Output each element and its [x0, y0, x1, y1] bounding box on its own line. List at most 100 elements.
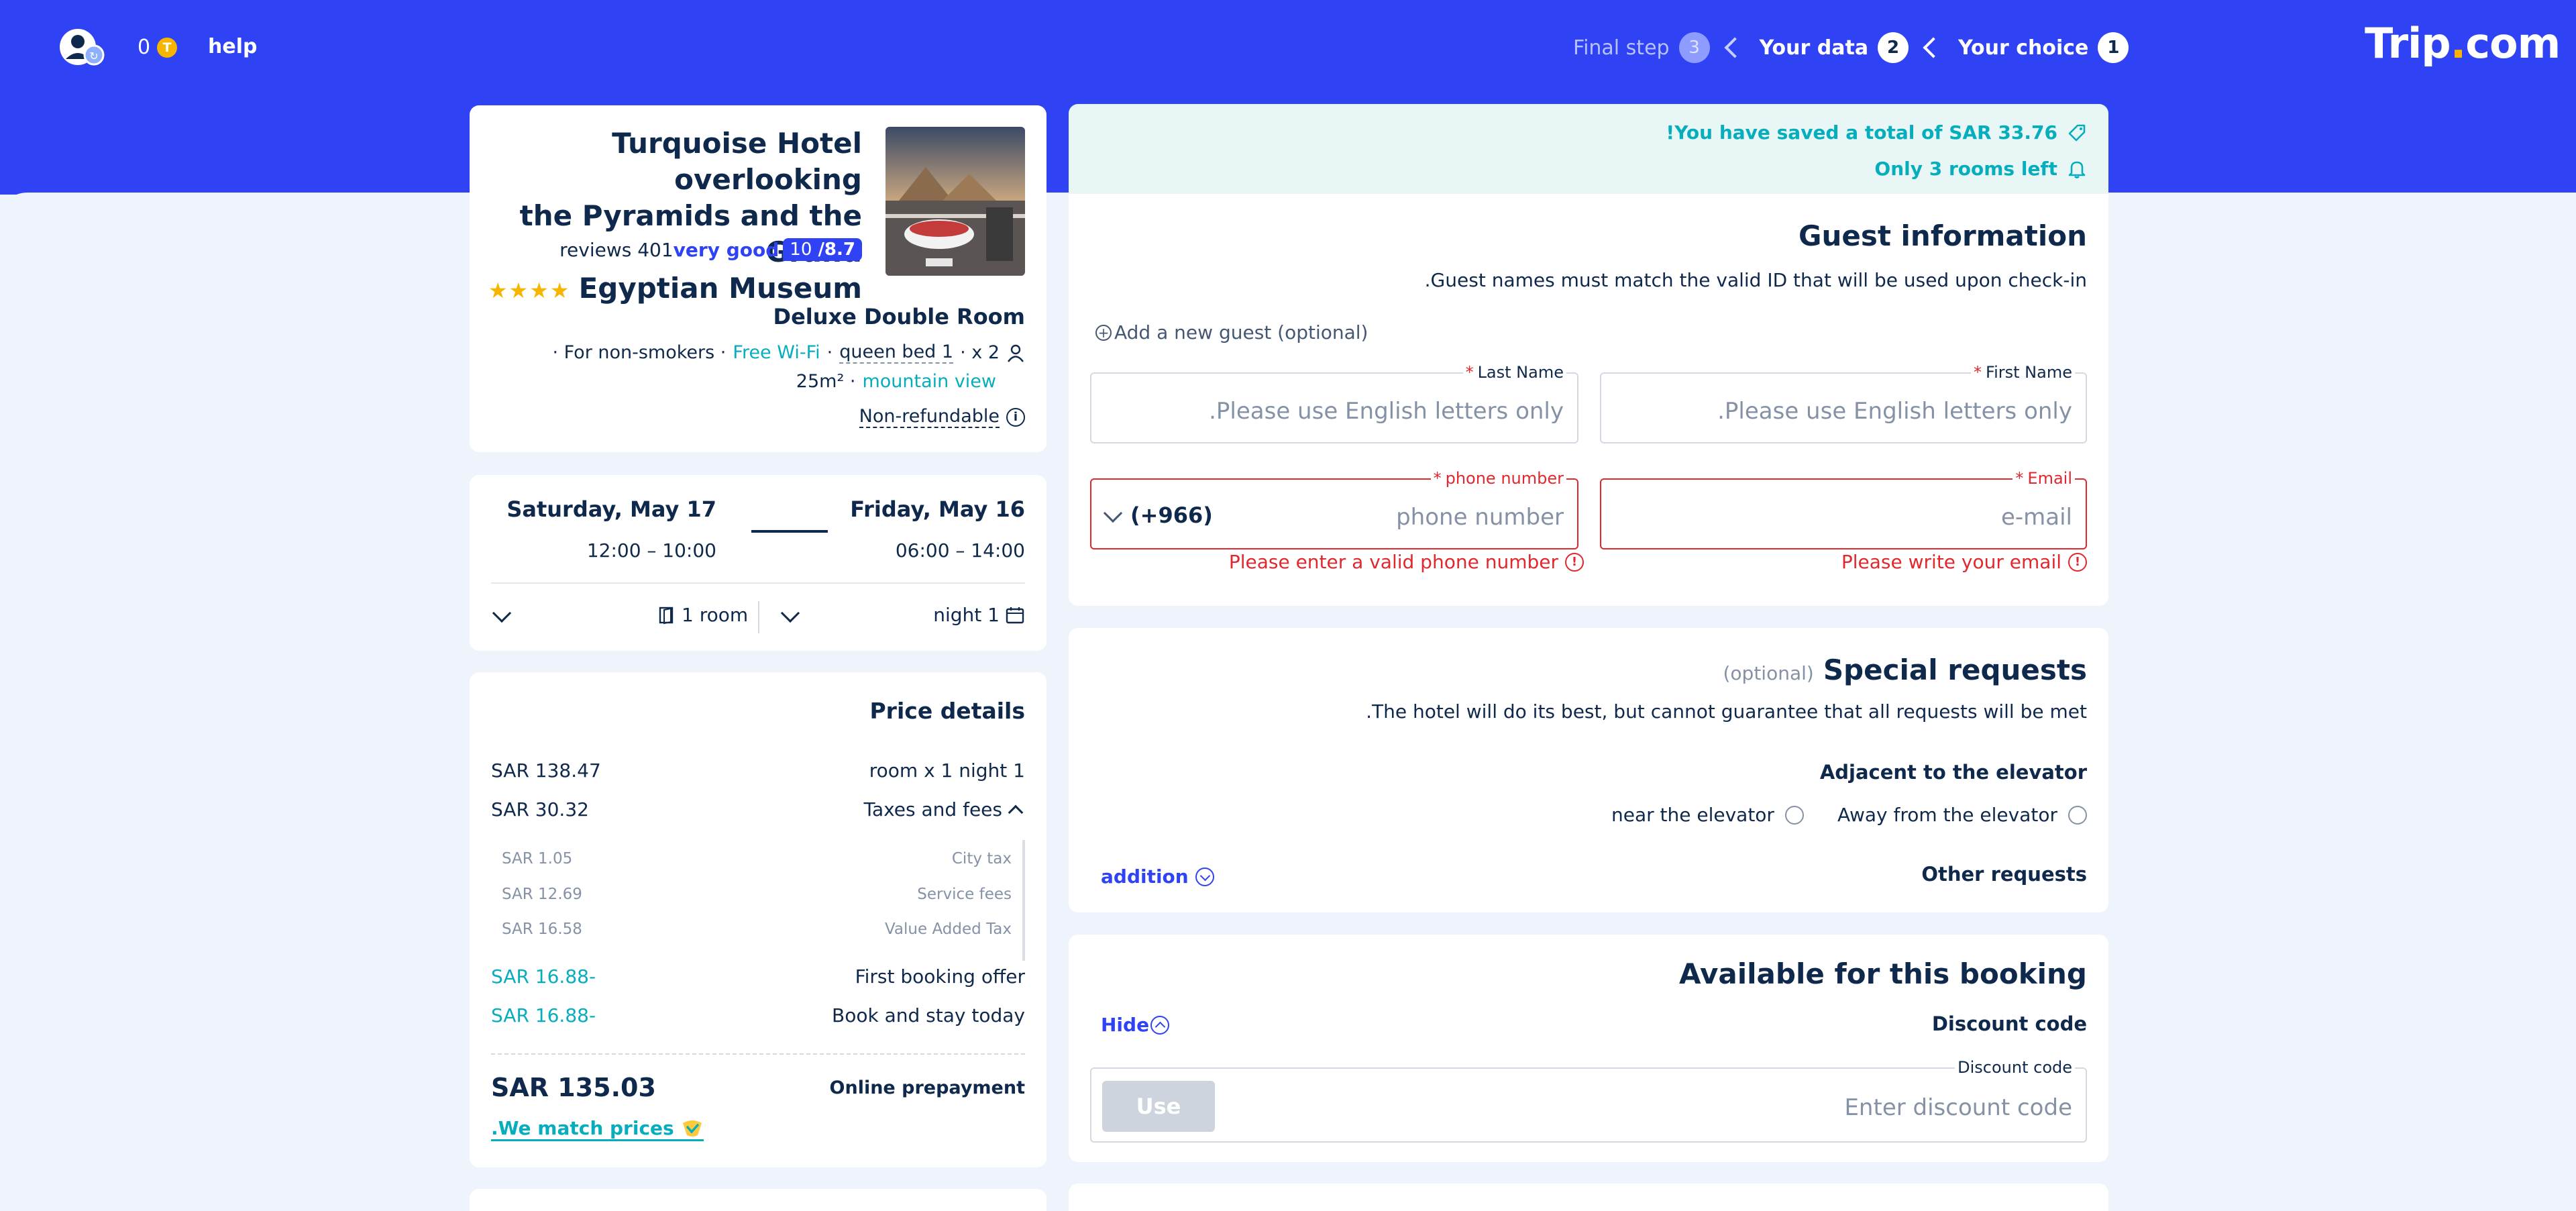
- required-mark: *: [1465, 363, 1474, 382]
- discount-row: SAR 16.88- First booking offer: [491, 965, 1025, 988]
- radio-circle[interactable]: [1784, 805, 1804, 825]
- elevator-options: near the elevator Away from the elevator: [1611, 804, 2087, 826]
- available-for-booking-card: Available for this booking Hide Discount…: [1069, 935, 2108, 1162]
- discount-row: SAR 16.88- Book and stay today: [491, 1004, 1025, 1026]
- country-code-chevron-icon[interactable]: [1103, 503, 1123, 523]
- hide-toggle[interactable]: Hide: [1101, 1014, 1170, 1036]
- optional-tag: (optional): [1723, 662, 1814, 684]
- phone-number-field[interactable]: * phone number (+966) phone number: [1090, 469, 1578, 549]
- review-summary[interactable]: reviews 401 very good 10 /8.7: [559, 238, 862, 261]
- field-label: Discount code: [1955, 1058, 2075, 1077]
- tax-label: Service fees: [917, 886, 1012, 903]
- hotel-photo[interactable]: [885, 127, 1025, 276]
- amenity-bed[interactable]: queen bed 1: [839, 341, 954, 364]
- amenity-size: 25m² ·: [796, 371, 856, 392]
- price-match-text: .We match prices: [491, 1117, 674, 1139]
- tax-amount: SAR 16.58: [502, 920, 582, 938]
- email-placeholder: e-mail: [2000, 504, 2072, 531]
- email-field[interactable]: * Email e-mail: [1600, 469, 2087, 549]
- tax-row: SAR 12.69 Service fees: [502, 886, 1012, 903]
- price-match-link[interactable]: .We match prices: [491, 1117, 704, 1141]
- field-label-text: phone number: [1445, 469, 1564, 488]
- logo-text: Trip: [2365, 19, 2451, 68]
- discount-label: Book and stay today: [832, 1004, 1025, 1026]
- field-label: * First Name: [1971, 363, 2075, 382]
- logo-text-tail: com: [2465, 19, 2561, 68]
- taxes-toggle[interactable]: Taxes and fees: [863, 798, 1025, 821]
- step-your-choice[interactable]: Your choice 1: [1958, 32, 2129, 63]
- discount-code-title: Discount code: [1931, 1012, 2087, 1035]
- radio-near-elevator[interactable]: near the elevator: [1611, 804, 1804, 826]
- nights-count: night 1: [933, 604, 1000, 626]
- field-label-text: Email: [2027, 469, 2072, 488]
- price-label: room x 1 night 1: [869, 759, 1025, 782]
- tax-amount: SAR 1.05: [502, 850, 573, 867]
- hotel-summary-card: Turquoise Hotel overlooking the Pyramids…: [470, 105, 1046, 452]
- price-details-title: Price details: [869, 698, 1025, 724]
- chevron-down-circle-icon: [1195, 867, 1214, 886]
- tax-row: SAR 16.58 Value Added Tax: [502, 920, 1012, 938]
- left-lower-card: [470, 1189, 1046, 1211]
- room-amenities: · For non-smokers · Free Wi-Fi · queen b…: [552, 341, 1025, 364]
- addition-toggle[interactable]: addition: [1101, 865, 1214, 888]
- rooms-count: 1 room: [682, 604, 749, 626]
- discount-amount: SAR 16.88-: [491, 965, 596, 988]
- hide-label: Hide: [1101, 1014, 1150, 1036]
- nights-selector[interactable]: night 1: [933, 604, 1025, 626]
- top-bar: ↻ 0 T help Final step 3 Your data 2 Your…: [0, 0, 2576, 101]
- nights-dropdown-chevron-icon[interactable]: [780, 603, 800, 623]
- first-name-field[interactable]: * First Name .Please use English letters …: [1600, 363, 2087, 443]
- user-avatar-icon[interactable]: ↻: [59, 27, 107, 68]
- stay-dates-card: Saturday, May 17 12:00 – 10:00 Friday, M…: [470, 475, 1046, 651]
- discount-placeholder: Enter discount code: [1844, 1094, 2072, 1121]
- room-door-icon: [659, 607, 674, 624]
- taxes-breakdown-bar: [1022, 840, 1025, 961]
- use-discount-button[interactable]: Use: [1102, 1081, 1215, 1132]
- date-time: 06:00 – 14:00: [895, 539, 1025, 562]
- price-row-taxes[interactable]: SAR 30.32 Taxes and fees: [491, 798, 1025, 821]
- discount-code-field[interactable]: Discount code Use Enter discount code: [1090, 1058, 2087, 1143]
- info-icon[interactable]: i: [1006, 407, 1025, 427]
- score-max: 10: [790, 240, 812, 260]
- add-guest-button[interactable]: + Add a new guest (optional): [1095, 321, 1368, 344]
- guest-info-subtitle: .Guest names must match the valid ID tha…: [1424, 269, 2087, 291]
- savings-banner: !You have saved a total of SAR 33.76 Onl…: [1069, 104, 2108, 194]
- hotel-name-line: Egyptian Museum: [578, 272, 862, 305]
- radio-away-elevator[interactable]: Away from the elevator: [1837, 804, 2087, 826]
- country-code[interactable]: (+966): [1130, 503, 1213, 528]
- price-label: Taxes and fees: [863, 798, 1002, 821]
- trip-logo[interactable]: Trip.com: [2365, 19, 2561, 68]
- refund-policy[interactable]: Non-refundable i: [859, 406, 1025, 428]
- svg-text:↻: ↻: [89, 50, 98, 62]
- special-requests-title-text: Special requests: [1823, 653, 2087, 686]
- trip-coins[interactable]: 0 T: [138, 36, 178, 59]
- phone-error-message: Please enter a valid phone number !: [1229, 551, 1584, 573]
- radio-circle[interactable]: [2068, 805, 2087, 825]
- tax-amount: SAR 12.69: [502, 886, 582, 903]
- hotel-name-line: Turquoise Hotel overlooking: [612, 127, 862, 196]
- hotel-photo-image: [885, 127, 1025, 276]
- first-name-placeholder: .Please use English letters only: [1717, 398, 2072, 425]
- price-amount: SAR 30.32: [491, 798, 589, 821]
- date-day: Saturday, May 17: [506, 496, 716, 522]
- radio-label: near the elevator: [1611, 804, 1774, 826]
- other-requests-label[interactable]: Other requests: [1921, 863, 2087, 886]
- field-label: * Last Name: [1462, 363, 1566, 382]
- chevron-left-icon: [1724, 37, 1746, 58]
- calendar-icon: [1006, 607, 1024, 623]
- last-name-field[interactable]: * Last Name .Please use English letters o…: [1090, 363, 1578, 443]
- dashed-divider: [491, 1053, 1025, 1055]
- person-icon: [1008, 344, 1024, 362]
- price-row-room: SAR 138.47 room x 1 night 1: [491, 759, 1025, 782]
- hotel-name-line-3: ★★★★ Egyptian Museum: [486, 270, 862, 309]
- add-circle-icon: +: [1095, 324, 1112, 341]
- rooms-dropdown-chevron-icon[interactable]: [492, 603, 512, 623]
- required-mark: *: [1433, 469, 1442, 488]
- help-link[interactable]: help: [208, 35, 257, 58]
- required-mark: *: [1974, 363, 1982, 382]
- elevator-preference-title: Adjacent to the elevator: [1819, 761, 2087, 784]
- rooms-selector[interactable]: 1 room: [657, 604, 748, 626]
- discount-amount: SAR 16.88-: [491, 1004, 596, 1026]
- rating-score-badge: 10 /8.7: [783, 238, 862, 261]
- tax-label: Value Added Tax: [884, 920, 1012, 938]
